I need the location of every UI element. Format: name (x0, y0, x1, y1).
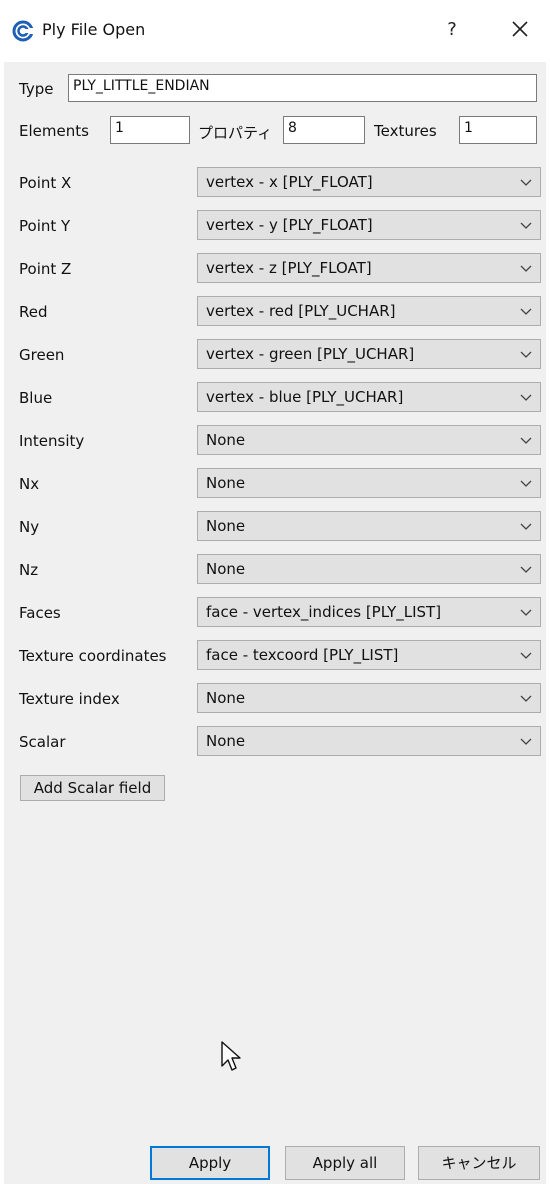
chevron-down-icon (520, 652, 532, 659)
app-logo-icon (12, 20, 34, 42)
title-bar: Ply File Open ? (0, 0, 550, 62)
select-value: None (206, 431, 246, 449)
chevron-down-icon (520, 523, 532, 530)
cancel-button[interactable]: キャンセル (418, 1146, 540, 1180)
field-select-faces[interactable]: face - vertex_indices [PLY_LIST] (197, 597, 541, 627)
textures-field[interactable]: 1 (459, 116, 537, 144)
type-label: Type (19, 80, 54, 98)
field-label-nx: Nx (19, 475, 40, 493)
apply-all-button[interactable]: Apply all (285, 1146, 405, 1180)
field-label-ny: Ny (19, 518, 40, 536)
field-select-red[interactable]: vertex - red [PLY_UCHAR] (197, 296, 541, 326)
add-scalar-field-button[interactable]: Add Scalar field (20, 775, 165, 801)
select-value: None (206, 732, 246, 750)
field-select-nx[interactable]: None (197, 468, 541, 498)
field-label-point-z: Point Z (19, 260, 72, 278)
select-value: None (206, 689, 246, 707)
field-label-point-x: Point X (19, 174, 72, 192)
chevron-down-icon (520, 265, 532, 272)
chevron-down-icon (520, 695, 532, 702)
field-label-texture-index: Texture index (19, 690, 120, 708)
chevron-down-icon (520, 738, 532, 745)
type-field[interactable]: PLY_LITTLE_ENDIAN (68, 74, 537, 102)
chevron-down-icon (520, 566, 532, 573)
select-value: face - texcoord [PLY_LIST] (206, 646, 399, 664)
properties-field[interactable]: 8 (283, 116, 365, 144)
field-label-faces: Faces (19, 604, 61, 622)
close-icon[interactable] (505, 14, 535, 44)
chevron-down-icon (520, 609, 532, 616)
field-select-texture-coordinates[interactable]: face - texcoord [PLY_LIST] (197, 640, 541, 670)
chevron-down-icon (520, 222, 532, 229)
field-select-blue[interactable]: vertex - blue [PLY_UCHAR] (197, 382, 541, 412)
select-value: vertex - z [PLY_FLOAT] (206, 259, 372, 277)
chevron-down-icon (520, 394, 532, 401)
apply-button[interactable]: Apply (150, 1146, 270, 1180)
field-select-point-x[interactable]: vertex - x [PLY_FLOAT] (197, 167, 541, 197)
select-value: vertex - red [PLY_UCHAR] (206, 302, 396, 320)
field-select-point-z[interactable]: vertex - z [PLY_FLOAT] (197, 253, 541, 283)
field-select-texture-index[interactable]: None (197, 683, 541, 713)
field-label-green: Green (19, 346, 65, 364)
field-label-red: Red (19, 303, 48, 321)
field-label-blue: Blue (19, 389, 53, 407)
field-select-point-y[interactable]: vertex - y [PLY_FLOAT] (197, 210, 541, 240)
field-select-nz[interactable]: None (197, 554, 541, 584)
chevron-down-icon (520, 437, 532, 444)
select-value: None (206, 517, 246, 535)
select-value: None (206, 474, 246, 492)
field-select-intensity[interactable]: None (197, 425, 541, 455)
textures-label: Textures (374, 122, 437, 140)
mouse-cursor-icon (221, 1041, 241, 1071)
field-label-nz: Nz (19, 561, 39, 579)
field-label-texture-coordinates: Texture coordinates (19, 647, 167, 665)
select-value: face - vertex_indices [PLY_LIST] (206, 603, 442, 621)
chevron-down-icon (520, 351, 532, 358)
field-select-ny[interactable]: None (197, 511, 541, 541)
help-button[interactable]: ? (440, 16, 464, 44)
field-label-point-y: Point Y (19, 217, 71, 235)
chevron-down-icon (520, 179, 532, 186)
select-value: vertex - x [PLY_FLOAT] (206, 173, 373, 191)
field-select-scalar[interactable]: None (197, 726, 541, 756)
properties-label: プロパティ (198, 124, 273, 142)
field-label-intensity: Intensity (19, 432, 85, 450)
select-value: vertex - blue [PLY_UCHAR] (206, 388, 404, 406)
elements-label: Elements (19, 122, 89, 140)
field-label-scalar: Scalar (19, 733, 66, 751)
select-value: vertex - green [PLY_UCHAR] (206, 345, 415, 363)
field-select-green[interactable]: vertex - green [PLY_UCHAR] (197, 339, 541, 369)
select-value: None (206, 560, 246, 578)
select-value: vertex - y [PLY_FLOAT] (206, 216, 373, 234)
chevron-down-icon (520, 308, 532, 315)
window-title: Ply File Open (42, 20, 146, 39)
chevron-down-icon (520, 480, 532, 487)
elements-field[interactable]: 1 (110, 116, 190, 144)
